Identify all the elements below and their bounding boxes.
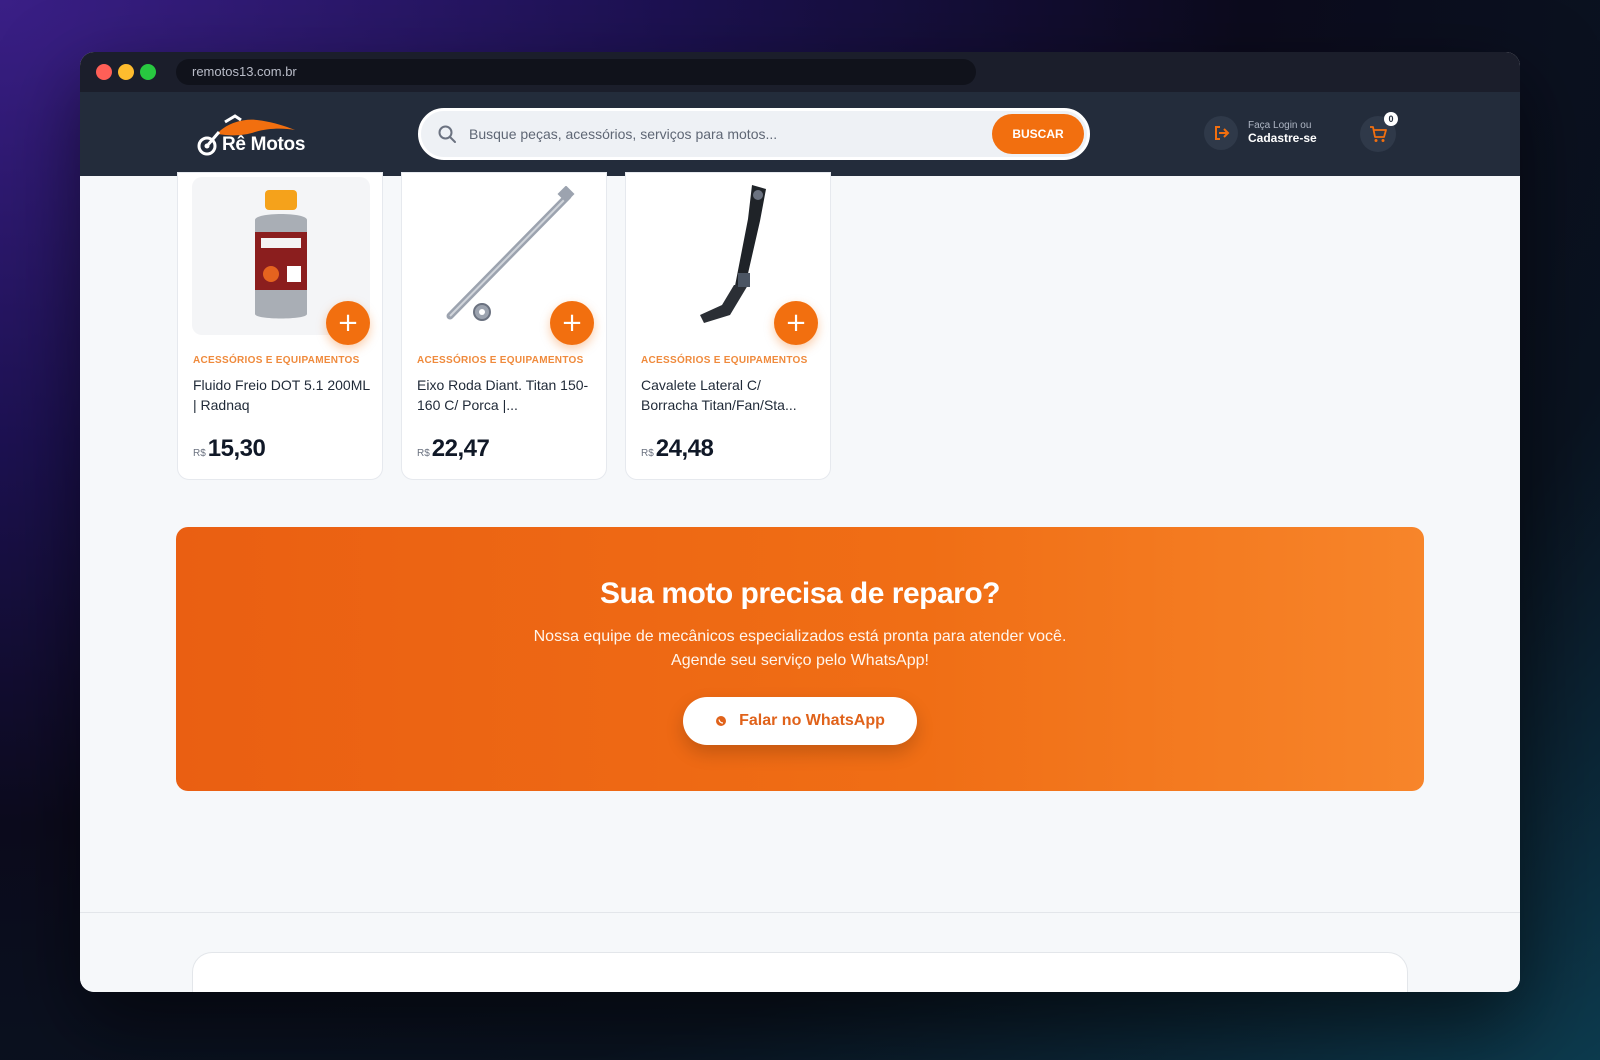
maximize-window-button[interactable] [140,64,156,80]
search-bar: BUSCAR [418,108,1090,160]
whatsapp-button-label: Falar no WhatsApp [739,712,885,729]
whatsapp-button[interactable]: Falar no WhatsApp [683,697,917,745]
kickstand-image [700,185,766,323]
product-card[interactable]: + ACESSÓRIOS E EQUIPAMENTOS Eixo Roda Di… [401,172,607,480]
cta-description: Nossa equipe de mecânicos especializados… [176,625,1424,673]
whatsapp-icon [716,716,727,726]
product-name[interactable]: Cavalete Lateral C/ Borracha Titan/Fan/S… [641,375,821,415]
browser-window: remotos13.com.br Rê Motos BUSCAR [80,52,1520,992]
login-link[interactable]: Faça Login ou Cadastre-se [1204,116,1317,150]
search-input[interactable] [469,126,992,142]
currency-label: R$ [193,448,206,459]
footer-card [192,952,1408,992]
main-content: + ACESSÓRIOS E EQUIPAMENTOS Fluido Freio… [80,172,1520,992]
product-name[interactable]: Eixo Roda Diant. Titan 150-160 C/ Porca … [417,375,597,415]
minimize-window-button[interactable] [118,64,134,80]
login-arrow-icon [1215,126,1230,140]
search-icon [438,125,456,143]
product-category[interactable]: ACESSÓRIOS E EQUIPAMENTOS [193,355,360,366]
close-window-button[interactable] [96,64,112,80]
cta-line-1: Nossa equipe de mecânicos especializados… [533,628,1067,645]
add-to-cart-button[interactable]: + [774,301,818,345]
cart-button[interactable]: 0 [1360,112,1398,152]
search-button[interactable]: BUSCAR [992,114,1084,154]
address-bar[interactable]: remotos13.com.br [176,59,976,85]
brake-fluid-bottle-image [255,190,307,319]
signup-label[interactable]: Cadastre-se [1248,132,1317,145]
product-card[interactable]: + ACESSÓRIOS E EQUIPAMENTOS Fluido Freio… [177,172,383,480]
cart-count-badge: 0 [1384,112,1398,126]
product-price: R$ 24,48 [641,435,714,463]
price-value: 24,48 [655,435,714,462]
product-grid: + ACESSÓRIOS E EQUIPAMENTOS Fluido Freio… [177,172,831,480]
currency-label: R$ [641,448,654,459]
footer-divider [80,912,1520,913]
price-value: 22,47 [431,435,490,462]
currency-label: R$ [417,448,430,459]
product-category[interactable]: ACESSÓRIOS E EQUIPAMENTOS [641,355,808,366]
cta-title: Sua moto precisa de reparo? [600,577,1000,610]
login-icon [1204,116,1238,150]
repair-cta-banner: Sua moto precisa de reparo? Nossa equipe… [176,527,1424,791]
cart-icon [1370,126,1387,142]
product-name[interactable]: Fluido Freio DOT 5.1 200ML | Radnaq [193,375,373,415]
login-text: Faça Login ou Cadastre-se [1248,121,1317,144]
product-price: R$ 15,30 [193,435,266,463]
product-price: R$ 22,47 [417,435,490,463]
product-card[interactable]: + ACESSÓRIOS E EQUIPAMENTOS Cavalete Lat… [625,172,831,480]
cta-line-2: Agende seu serviço pelo WhatsApp! [671,652,929,669]
site-header: Rê Motos BUSCAR Faça Login ou Cadastre-s… [80,92,1520,176]
product-category[interactable]: ACESSÓRIOS E EQUIPAMENTOS [417,355,584,366]
logo-text[interactable]: Rê Motos [222,134,305,156]
price-value: 15,30 [207,435,266,462]
add-to-cart-button[interactable]: + [326,301,370,345]
add-to-cart-button[interactable]: + [550,301,594,345]
browser-chrome: remotos13.com.br [80,52,1520,92]
